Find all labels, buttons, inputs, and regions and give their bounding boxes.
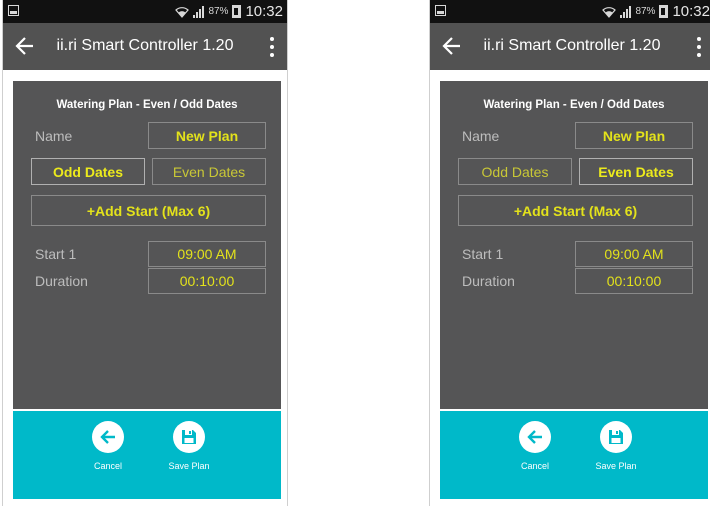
cancel-label: Cancel xyxy=(520,461,549,471)
signal-icon xyxy=(620,5,632,18)
floppy-disk-icon xyxy=(173,421,205,453)
status-indicators: 87% 10:32 xyxy=(175,3,283,20)
wifi-icon xyxy=(602,6,617,18)
start-1-label: Start 1 xyxy=(462,246,504,262)
status-indicators: 87% 10:32 xyxy=(602,3,710,20)
plan-title: Watering Plan - Even / Odd Dates xyxy=(483,99,665,111)
plan-panel: Watering Plan - Even / Odd Dates Name Ne… xyxy=(13,81,281,409)
image-notification-icon xyxy=(8,5,19,16)
start-1-time-field[interactable]: 09:00 AM xyxy=(575,241,693,267)
add-start-button[interactable]: +Add Start (Max 6) xyxy=(31,195,266,226)
duration-label: Duration xyxy=(35,273,88,289)
cancel-label: Cancel xyxy=(93,461,122,471)
signal-icon xyxy=(193,5,205,18)
duration-label: Duration xyxy=(462,273,515,289)
save-plan-label: Save Plan xyxy=(168,461,210,471)
floppy-disk-icon xyxy=(600,421,632,453)
plan-name-field[interactable]: New Plan xyxy=(148,122,266,149)
clock: 10:32 xyxy=(672,3,710,20)
arrow-left-circle-icon xyxy=(519,421,551,453)
name-label: Name xyxy=(462,128,500,144)
plan-name-field[interactable]: New Plan xyxy=(575,122,693,149)
cancel-button[interactable]: Cancel xyxy=(495,421,575,471)
status-bar: 87% 10:32 xyxy=(430,0,710,23)
add-start-button[interactable]: +Add Start (Max 6) xyxy=(458,195,693,226)
clock: 10:32 xyxy=(245,3,283,20)
overflow-menu-icon[interactable] xyxy=(696,37,702,57)
action-footer: Cancel Save Plan xyxy=(440,411,708,499)
battery-percent: 87% xyxy=(635,6,656,17)
arrow-left-circle-icon xyxy=(92,421,124,453)
duration-field[interactable]: 00:10:00 xyxy=(575,268,693,294)
duration-field[interactable]: 00:10:00 xyxy=(148,268,266,294)
odd-dates-button[interactable]: Odd Dates xyxy=(31,158,145,185)
name-label: Name xyxy=(35,128,73,144)
save-plan-button[interactable]: Save Plan xyxy=(576,421,656,471)
action-footer: Cancel Save Plan xyxy=(13,411,281,499)
odd-dates-button[interactable]: Odd Dates xyxy=(458,158,572,185)
app-bar: ii.ri Smart Controller 1.20 xyxy=(3,23,287,70)
battery-icon xyxy=(232,5,242,18)
save-plan-label: Save Plan xyxy=(595,461,637,471)
app-title: ii.ri Smart Controller 1.20 xyxy=(483,37,661,54)
image-notification-icon xyxy=(435,5,446,16)
battery-icon xyxy=(659,5,669,18)
wifi-icon xyxy=(175,6,190,18)
plan-title: Watering Plan - Even / Odd Dates xyxy=(56,99,238,111)
save-plan-button[interactable]: Save Plan xyxy=(149,421,229,471)
cancel-button[interactable]: Cancel xyxy=(68,421,148,471)
battery-percent: 87% xyxy=(208,6,229,17)
app-bar: ii.ri Smart Controller 1.20 xyxy=(430,23,710,70)
phone-screen-even: 87% 10:32 ii.ri Smart Controller 1.20 Wa… xyxy=(429,0,710,506)
status-bar: 87% 10:32 xyxy=(3,0,287,23)
even-dates-button[interactable]: Even Dates xyxy=(579,158,693,185)
app-title: ii.ri Smart Controller 1.20 xyxy=(56,37,234,54)
start-1-label: Start 1 xyxy=(35,246,77,262)
start-1-time-field[interactable]: 09:00 AM xyxy=(148,241,266,267)
phone-screen-odd: 87% 10:32 ii.ri Smart Controller 1.20 Wa… xyxy=(2,0,288,506)
plan-panel: Watering Plan - Even / Odd Dates Name Ne… xyxy=(440,81,708,409)
overflow-menu-icon[interactable] xyxy=(269,37,275,57)
even-dates-button[interactable]: Even Dates xyxy=(152,158,266,185)
